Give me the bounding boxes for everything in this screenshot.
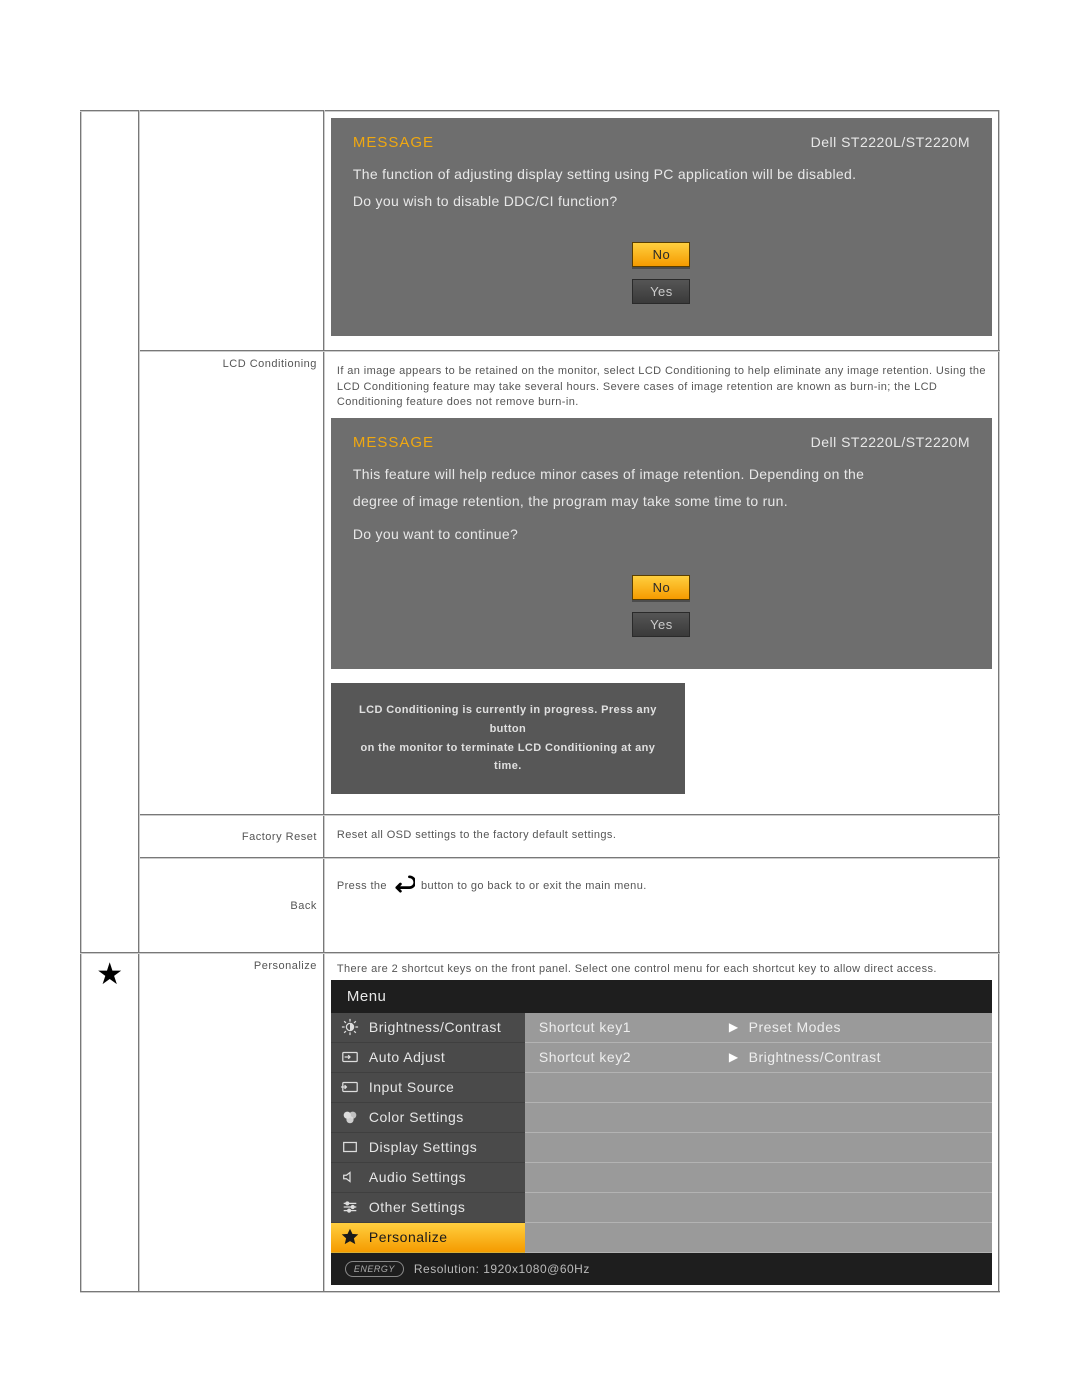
blank-row — [525, 1073, 992, 1103]
menu-item-label: Display Settings — [369, 1139, 477, 1155]
caret-right-icon: ▶ — [729, 1050, 739, 1064]
dialog-title: MESSAGE — [353, 134, 434, 151]
menu-item-label: Brightness/Contrast — [369, 1019, 501, 1035]
star-icon — [341, 1228, 359, 1246]
display-settings-icon — [341, 1138, 359, 1156]
label-factory-reset: Factory Reset — [139, 815, 324, 858]
lcd-dialog: MESSAGE Dell ST2220L/ST2220M This featur… — [331, 418, 992, 669]
brightness-icon — [341, 1018, 359, 1036]
color-settings-icon — [341, 1108, 359, 1126]
model-label: Dell ST2220L/ST2220M — [811, 434, 970, 450]
audio-settings-icon — [341, 1168, 359, 1186]
shortcut-value: Preset Modes — [749, 1019, 841, 1035]
blank-label — [139, 111, 324, 351]
dialog-line: The function of adjusting display settin… — [353, 161, 970, 188]
dialog-line: degree of image retention, the program m… — [353, 488, 970, 515]
menu-item-label: Other Settings — [369, 1199, 466, 1215]
other-settings-icon — [341, 1198, 359, 1216]
shortcut-label: Shortcut key1 — [539, 1019, 729, 1035]
progress-line: on the monitor to terminate LCD Conditio… — [355, 739, 661, 776]
dialog-line: Do you want to continue? — [353, 521, 970, 548]
no-button[interactable]: No — [632, 575, 690, 600]
label-personalize: Personalize — [139, 953, 324, 1291]
section-icon-personalize: ★ — [81, 953, 139, 1291]
shortcut-row-2[interactable]: Shortcut key2 ▶ Brightness/Contrast — [525, 1043, 992, 1073]
blank-row — [525, 1133, 992, 1163]
progress-line: LCD Conditioning is currently in progres… — [355, 701, 661, 738]
menu-item-auto-adjust[interactable]: Auto Adjust — [331, 1043, 525, 1073]
yes-button[interactable]: Yes — [632, 279, 690, 304]
label-back: Back — [139, 858, 324, 953]
menu-item-personalize[interactable]: Personalize — [331, 1223, 525, 1253]
back-text-pre: Press the — [337, 880, 387, 892]
ddcci-dialog: MESSAGE Dell ST2220L/ST2220M The functio… — [331, 118, 992, 336]
menu-item-other-settings[interactable]: Other Settings — [331, 1193, 525, 1223]
menu-item-brightness-contrast[interactable]: Brightness/Contrast — [331, 1013, 525, 1043]
auto-adjust-icon — [341, 1048, 359, 1066]
blank-row — [525, 1193, 992, 1223]
menu-left-pane: Brightness/Contrast Auto Adjust Input So… — [331, 1013, 525, 1253]
menu-item-label: Input Source — [369, 1079, 454, 1095]
input-source-icon — [341, 1078, 359, 1096]
personalize-description: There are 2 shortcut keys on the front p… — [331, 960, 992, 979]
shortcut-value: Brightness/Contrast — [749, 1049, 881, 1065]
model-label: Dell ST2220L/ST2220M — [811, 134, 970, 150]
menu-item-color-settings[interactable]: Color Settings — [331, 1103, 525, 1133]
dialog-title: MESSAGE — [353, 434, 434, 451]
shortcut-row-1[interactable]: Shortcut key1 ▶ Preset Modes — [525, 1013, 992, 1043]
factory-reset-description: Reset all OSD settings to the factory de… — [331, 822, 992, 851]
menu-item-label: Personalize — [369, 1229, 448, 1245]
menu-item-audio-settings[interactable]: Audio Settings — [331, 1163, 525, 1193]
caret-right-icon: ▶ — [729, 1020, 739, 1034]
star-icon: ★ — [96, 960, 123, 990]
lcd-progress-notice: LCD Conditioning is currently in progres… — [331, 683, 685, 794]
shortcut-label: Shortcut key2 — [539, 1049, 729, 1065]
dialog-line: Do you wish to disable DDC/CI function? — [353, 188, 970, 215]
menu-right-pane: Shortcut key1 ▶ Preset Modes Shortcut ke… — [525, 1013, 992, 1253]
no-button[interactable]: No — [632, 242, 690, 267]
section-icon-placeholder — [81, 111, 139, 953]
yes-button[interactable]: Yes — [632, 612, 690, 637]
back-text-post: button to go back to or exit the main me… — [421, 880, 647, 892]
label-lcd-conditioning: LCD Conditioning — [139, 351, 324, 815]
blank-row — [525, 1163, 992, 1193]
blank-row — [525, 1223, 992, 1253]
menu-item-label: Color Settings — [369, 1109, 464, 1125]
back-icon — [393, 875, 415, 896]
resolution-label: Resolution: 1920x1080@60Hz — [414, 1262, 590, 1276]
menu-item-display-settings[interactable]: Display Settings — [331, 1133, 525, 1163]
dialog-line: This feature will help reduce minor case… — [353, 461, 970, 488]
menu-item-label: Auto Adjust — [369, 1049, 445, 1065]
menu-title: Menu — [331, 980, 992, 1013]
blank-row — [525, 1103, 992, 1133]
menu-item-label: Audio Settings — [369, 1169, 466, 1185]
lcd-description: If an image appears to be retained on th… — [331, 358, 992, 418]
osd-menu: Menu Brightness/Contrast Auto Adjust — [331, 980, 992, 1285]
menu-item-input-source[interactable]: Input Source — [331, 1073, 525, 1103]
energy-badge: ENERGY — [345, 1261, 404, 1277]
